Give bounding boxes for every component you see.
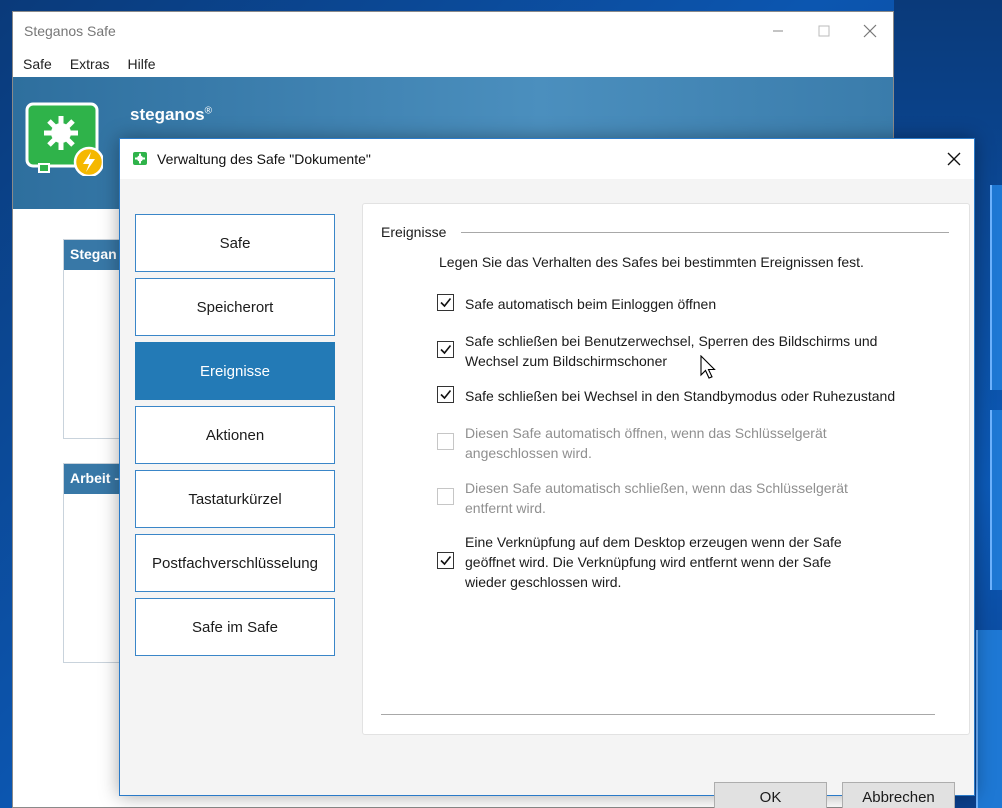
dialog-titlebar: Verwaltung des Safe "Dokumente" — [120, 139, 974, 179]
option-text: Eine Verknüpfung auf dem Desktop erzeuge… — [465, 534, 842, 550]
main-window-title: Steganos Safe — [24, 23, 116, 39]
nav-aktionen[interactable]: Aktionen — [135, 406, 335, 464]
option-text: geöffnet wird. Die Verknüpfung wird entf… — [465, 554, 832, 570]
option-text: Diesen Safe automatisch öffnen, wenn das… — [465, 425, 827, 441]
bolt-icon — [73, 146, 105, 178]
mouse-cursor-icon — [700, 354, 718, 384]
group-bottom-divider — [381, 714, 935, 715]
menu-hilfe[interactable]: Hilfe — [128, 56, 156, 72]
close-icon[interactable] — [847, 12, 893, 50]
checkmark-icon — [440, 298, 452, 308]
menubar: Safe Extras Hilfe — [13, 50, 893, 78]
safe-small-icon — [132, 151, 148, 167]
option-text: Wechsel zum Bildschirmschoner — [465, 353, 668, 369]
nav-safe[interactable]: Safe — [135, 214, 335, 272]
minimize-icon[interactable] — [755, 12, 801, 50]
nav-safe-im-safe[interactable]: Safe im Safe — [135, 598, 335, 656]
checkbox — [437, 433, 454, 450]
checkbox[interactable] — [437, 552, 454, 569]
checkbox[interactable] — [437, 341, 454, 358]
option-close-standby[interactable]: Safe schließen bei Wechsel in den Standb… — [437, 386, 937, 406]
safe-settings-dialog: Verwaltung des Safe "Dokumente" Safe Spe… — [119, 138, 975, 808]
option-desktop-shortcut[interactable]: Eine Verknüpfung auf dem Desktop erzeuge… — [437, 532, 937, 592]
checkbox[interactable] — [437, 386, 454, 403]
nav-postfachverschluesselung[interactable]: Postfachverschlüsselung — [135, 534, 335, 592]
intro-text: Legen Sie das Verhalten des Safes bei be… — [439, 254, 864, 270]
checkmark-icon — [440, 390, 452, 400]
option-text: Safe automatisch beim Einloggen öffnen — [465, 296, 717, 312]
close-icon[interactable] — [934, 139, 974, 179]
ok-button[interactable]: OK — [714, 782, 827, 808]
nav-speicherort[interactable]: Speicherort — [135, 278, 335, 336]
events-panel: Ereignisse Legen Sie das Verhalten des S… — [362, 203, 970, 735]
desktop-background-tile — [976, 630, 1002, 808]
option-text: Safe schließen bei Benutzerwechsel, Sper… — [465, 333, 878, 349]
option-text: angeschlossen wird. — [465, 445, 592, 461]
safe-logo-icon — [25, 102, 105, 178]
checkmark-icon — [440, 345, 452, 355]
option-text: entfernt wird. — [465, 500, 546, 516]
checkmark-icon — [440, 556, 452, 566]
nav-ereignisse[interactable]: Ereignisse — [135, 342, 335, 400]
option-text: wieder geschlossen wird. — [465, 574, 622, 590]
checkbox[interactable] — [437, 294, 454, 311]
option-text: Diesen Safe automatisch schließen, wenn … — [465, 480, 848, 496]
menu-extras[interactable]: Extras — [70, 56, 110, 72]
cancel-button[interactable]: Abbrechen — [842, 782, 955, 808]
maximize-icon[interactable] — [801, 12, 847, 50]
desktop-background-tile — [990, 185, 1002, 390]
dialog-title: Verwaltung des Safe "Dokumente" — [157, 151, 371, 167]
option-close-userswitch[interactable]: Safe schließen bei Benutzerwechsel, Sper… — [437, 331, 937, 371]
group-label: Ereignisse — [381, 224, 453, 240]
desktop-background-tile — [990, 410, 1002, 590]
option-open-keydevice: Diesen Safe automatisch öffnen, wenn das… — [437, 423, 937, 463]
checkbox — [437, 488, 454, 505]
menu-safe[interactable]: Safe — [23, 56, 52, 72]
window-controls — [755, 12, 893, 50]
dialog-body: Safe Speicherort Ereignisse Aktionen Tas… — [120, 179, 974, 808]
brand-name: steganos® — [130, 105, 213, 124]
group-divider — [461, 232, 949, 233]
option-text: Safe schließen bei Wechsel in den Standb… — [465, 388, 896, 404]
option-autoopen-login[interactable]: Safe automatisch beim Einloggen öffnen — [437, 294, 937, 314]
option-close-keydevice: Diesen Safe automatisch schließen, wenn … — [437, 478, 937, 518]
nav-tastaturkuerzel[interactable]: Tastaturkürzel — [135, 470, 335, 528]
